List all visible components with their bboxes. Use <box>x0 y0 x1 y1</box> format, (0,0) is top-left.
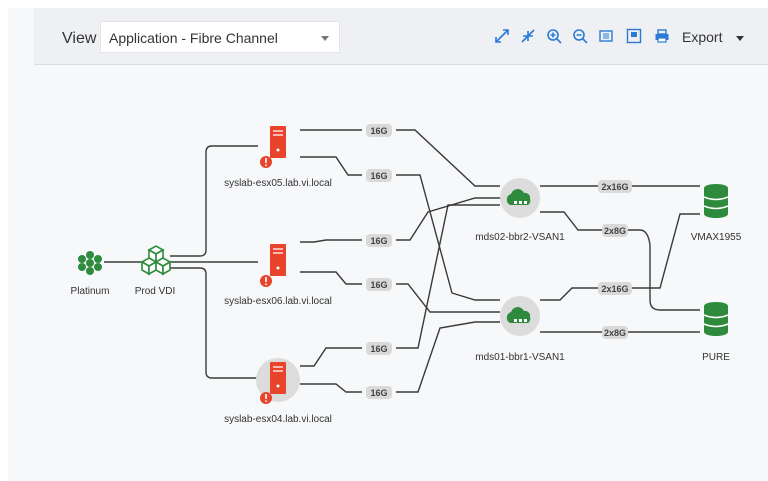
database-icon <box>703 184 729 218</box>
server-icon <box>270 126 286 158</box>
alert-icon <box>260 275 272 287</box>
link-label-s3: 2x16G <box>598 282 632 295</box>
alert-icon <box>260 156 272 168</box>
cubes-icon <box>140 245 172 276</box>
svg-text:16G: 16G <box>370 236 387 246</box>
server-icon <box>270 244 286 276</box>
link-label-l4: 16G <box>366 278 392 291</box>
database-icon <box>703 302 729 336</box>
view-label: View <box>62 30 97 47</box>
node-label-esx04: syslab-esx04.lab.vi.local <box>224 414 332 425</box>
print-icon[interactable] <box>654 28 672 46</box>
node-label-pure: PURE <box>702 352 730 363</box>
window-icon[interactable] <box>626 28 644 46</box>
expand-icon[interactable] <box>494 28 512 46</box>
zoom-in-icon[interactable] <box>546 28 564 46</box>
host-node-esx04[interactable]: syslab-esx04.lab.vi.local <box>224 358 332 425</box>
topology-graph: 16G 16G 16G 16G 16G 16G 2x16G 2x8G 2x16G… <box>71 124 742 425</box>
view-select[interactable]: Application - Fibre Channel <box>100 21 340 53</box>
svg-text:2x8G: 2x8G <box>604 226 626 236</box>
link-label-l2: 16G <box>366 169 392 182</box>
svg-text:16G: 16G <box>370 388 387 398</box>
node-label-platinum: Platinum <box>71 286 110 297</box>
node-label-mds01: mds01-bbr1-VSAN1 <box>475 352 565 363</box>
chevron-down-icon <box>321 36 329 41</box>
export-chevron-icon[interactable] <box>736 36 744 41</box>
svg-text:16G: 16G <box>370 171 387 181</box>
node-label-vmax1955: VMAX1955 <box>691 232 742 243</box>
cluster-icon <box>78 251 102 275</box>
platinum-node[interactable]: Platinum <box>71 251 110 297</box>
prod-vdi-node[interactable]: Prod VDI <box>135 245 176 297</box>
link-label-l6: 16G <box>366 386 392 399</box>
fit-icon[interactable] <box>598 28 616 46</box>
host-node-esx06[interactable]: syslab-esx06.lab.vi.local <box>224 244 332 307</box>
server-icon <box>270 362 286 394</box>
node-label-esx05: syslab-esx05.lab.vi.local <box>224 178 332 189</box>
svg-text:16G: 16G <box>370 344 387 354</box>
switch-node-mds01[interactable]: mds01-bbr1-VSAN1 <box>475 296 565 363</box>
export-button[interactable]: Export <box>682 29 722 45</box>
svg-text:2x16G: 2x16G <box>601 284 628 294</box>
switch-node-mds02[interactable]: mds02-bbr2-VSAN1 <box>475 178 565 243</box>
svg-text:16G: 16G <box>370 126 387 136</box>
svg-text:2x8G: 2x8G <box>604 328 626 338</box>
view-select-value: Application - Fibre Channel <box>109 30 278 46</box>
topology-canvas: 16G 16G 16G 16G 16G 16G 2x16G 2x8G 2x16G… <box>34 65 768 481</box>
link-label-l5: 16G <box>366 342 392 355</box>
toolbar: View Application - Fibre Channel Export <box>34 8 768 65</box>
node-label-prod-vdi: Prod VDI <box>135 286 176 297</box>
svg-text:2x16G: 2x16G <box>601 182 628 192</box>
node-label-esx06: syslab-esx06.lab.vi.local <box>224 296 332 307</box>
link-label-s4: 2x8G <box>602 326 628 339</box>
link-label-s1: 2x16G <box>598 180 632 193</box>
storage-node-pure[interactable]: PURE <box>702 302 730 363</box>
link-label-l3: 16G <box>366 234 392 247</box>
link-label-s2: 2x8G <box>602 224 628 237</box>
zoom-out-icon[interactable] <box>572 28 590 46</box>
collapse-icon[interactable] <box>520 28 538 46</box>
node-label-mds02: mds02-bbr2-VSAN1 <box>475 232 565 243</box>
alert-icon <box>260 392 272 404</box>
link-label-l1: 16G <box>366 124 392 137</box>
connection-lines <box>104 129 700 393</box>
svg-text:16G: 16G <box>370 280 387 290</box>
